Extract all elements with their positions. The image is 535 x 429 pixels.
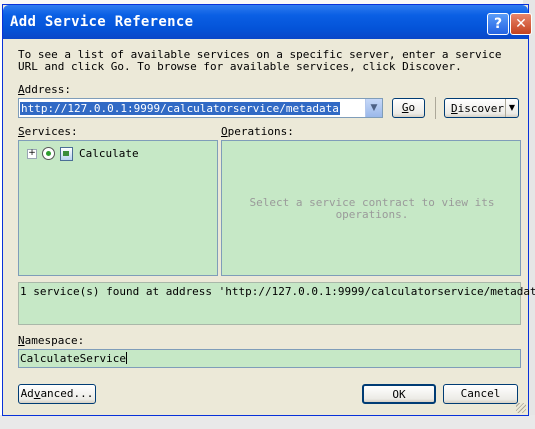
close-icon[interactable]: ✕ [510,13,532,35]
namespace-value: CalculateService [20,352,126,365]
services-label: Services: [18,125,78,138]
discover-button-rest: iscover [457,102,504,115]
services-label-rest: ervices: [24,125,78,138]
namespace-input[interactable]: CalculateService [20,352,127,365]
address-label: Address: [18,83,71,96]
add-service-reference-dialog: Add Service Reference ? ✕ To see a list … [2,4,535,416]
intro-text: To see a list of available services on a… [18,48,502,73]
discover-button-key: D [451,102,458,115]
operations-label: Operations: [221,125,294,138]
cancel-button[interactable]: Cancel [443,384,518,404]
services-label-key: S [18,125,25,138]
window-title: Add Service Reference [10,14,194,30]
discover-dropdown-icon[interactable]: ▼ [505,99,518,117]
status-box: 1 service(s) found at address 'http://12… [18,282,535,325]
services-tree[interactable]: + Calculate [18,140,218,276]
chevron-down-icon[interactable]: ▼ [365,99,382,117]
go-button-rest: o [408,101,416,114]
service-reference-icon [60,147,73,161]
ok-button[interactable]: OK [362,384,436,404]
address-label-key: A [18,83,25,96]
address-combobox[interactable]: http://127.0.0.1:9999/calculatorservice/… [18,98,383,118]
advanced-button[interactable]: Advanced... [18,384,96,404]
address-label-rest: ddress: [24,83,71,96]
text-caret [125,352,127,364]
operations-placeholder: Select a service contract to view its op… [249,196,495,221]
go-button-key: G [401,101,409,114]
toolbar-separator [435,97,436,119]
namespace-label-key: N [18,334,25,347]
status-text: 1 service(s) found at address 'http://12… [20,285,535,298]
title-bar[interactable]: Add Service Reference ? ✕ [3,5,532,39]
namespace-label-rest: amespace: [24,334,85,347]
namespace-label: Namespace: [18,334,84,347]
discover-button-label: Discover [451,102,504,115]
advanced-pre: Ad [20,387,34,400]
discover-button[interactable]: Discover ▼ [444,98,519,118]
operations-label-key: O [221,125,228,138]
namespace-field[interactable]: CalculateService [18,349,521,368]
operations-label-rest: perations: [227,125,294,138]
background-bottom [0,415,535,429]
address-input[interactable]: http://127.0.0.1:9999/calculatorservice/… [20,102,340,115]
service-icon [42,147,55,160]
operations-list[interactable]: Select a service contract to view its op… [221,140,521,276]
expand-icon[interactable]: + [27,149,37,159]
help-icon[interactable]: ? [487,13,509,35]
go-button[interactable]: Go [392,98,425,118]
resize-grip-icon[interactable] [516,403,526,413]
advanced-post: anced... [40,387,94,400]
tree-item-label: Calculate [79,147,139,160]
